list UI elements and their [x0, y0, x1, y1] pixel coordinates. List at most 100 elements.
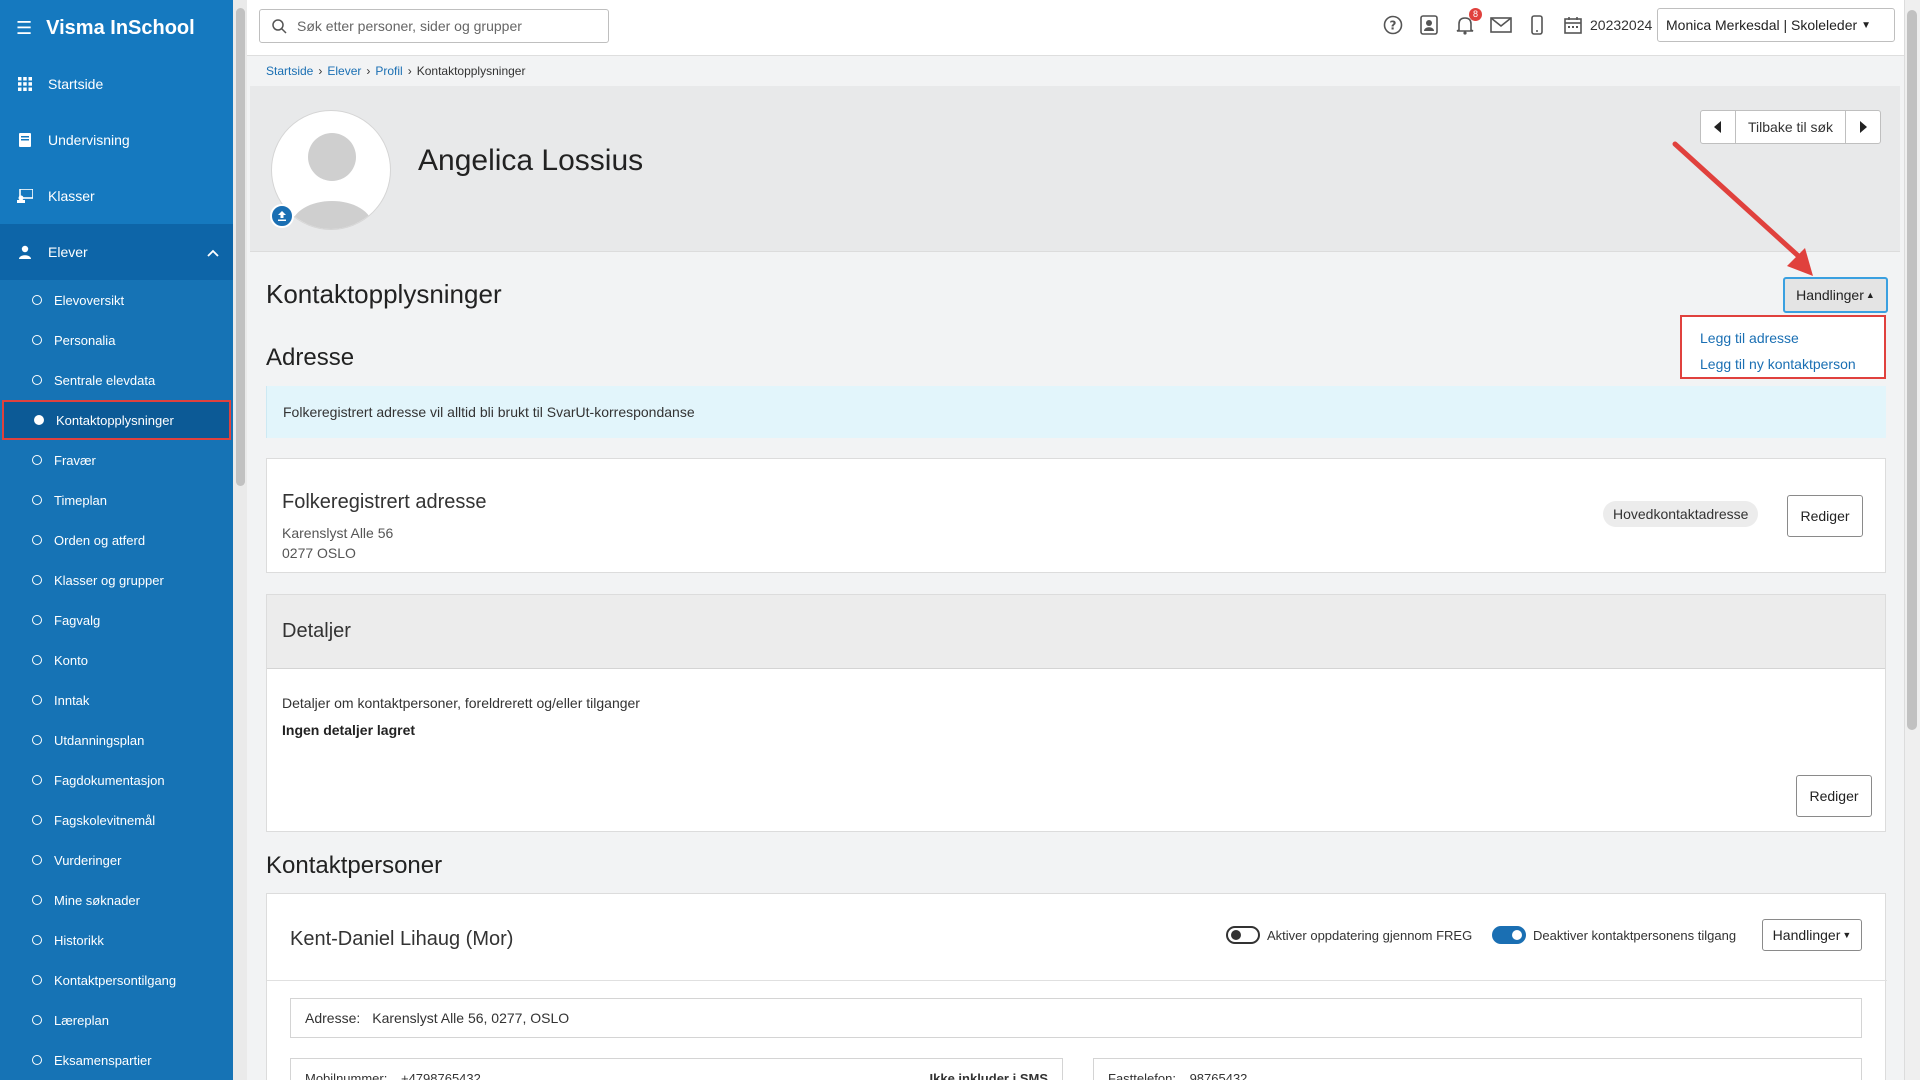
circle-bullet-icon: [32, 335, 42, 345]
calendar-icon[interactable]: [1562, 14, 1584, 36]
circle-bullet-icon: [32, 1055, 42, 1065]
menu-item-add-contact-person[interactable]: Legg til ny kontaktperson: [1682, 351, 1884, 377]
address-postal: 0277 OSLO: [282, 545, 356, 561]
address-card-title: Folkeregistrert adresse: [282, 491, 487, 513]
circle-bullet-icon: [32, 935, 42, 945]
sms-option[interactable]: Ikke inkluder i SMS: [930, 1071, 1049, 1080]
sidebar-subitem[interactable]: Elevoversikt: [0, 280, 233, 320]
contact-persons-heading: Kontaktpersoner: [266, 852, 443, 879]
sidebar-subitem[interactable]: Læreplan: [0, 1000, 233, 1040]
circle-bullet-icon: [32, 655, 42, 665]
page-title: Kontaktopplysninger: [266, 279, 502, 309]
notification-badge: 8: [1468, 8, 1482, 21]
sidebar-submenu: Elevoversikt Personalia Sentrale elevdata K…: [0, 280, 233, 1080]
edit-details-button[interactable]: Rediger: [1796, 775, 1872, 817]
sidebar-subitem[interactable]: Timeplan: [0, 480, 233, 520]
user-menu-button[interactable]: Monica Merkesdal | Skoleleder ▼: [1657, 8, 1895, 42]
app-title[interactable]: Visma InSchool: [46, 17, 195, 40]
caret-up-icon: ▲: [1865, 290, 1875, 300]
sidebar-subitem[interactable]: Orden og atferd: [0, 520, 233, 560]
breadcrumb-separator-icon: ›: [366, 64, 371, 78]
contact-person-actions-button[interactable]: Handlinger ▼: [1762, 919, 1862, 951]
address-street: Karenslyst Alle 56: [282, 525, 394, 541]
mail-icon[interactable]: [1490, 14, 1512, 36]
sidebar-subitem[interactable]: Fagskolevitnemål: [0, 800, 233, 840]
sidebar-item-undervisning[interactable]: Undervisning: [0, 112, 233, 168]
sidebar-subitem[interactable]: Fravær: [0, 440, 233, 480]
sidebar-subitem-label: Sentrale elevdata: [54, 372, 156, 388]
sidebar-subitem[interactable]: Inntak: [0, 680, 233, 720]
sidebar-item-label: Elever: [48, 244, 88, 260]
sidebar-subitem[interactable]: Vurderinger: [0, 840, 233, 880]
deactivate-access-label: Deaktiver kontaktpersonens tilgang: [1533, 928, 1737, 943]
sidebar-subitem[interactable]: Eksamenspartier: [0, 1040, 233, 1080]
breadcrumb-profil[interactable]: Profil: [375, 64, 402, 78]
profile-header: Angelica Lossius Tilbake til søk: [250, 86, 1900, 252]
sidebar-subitem-label: Læreplan: [54, 1012, 109, 1028]
chevron-up-icon[interactable]: [207, 244, 219, 260]
book-icon: [16, 131, 34, 149]
sidebar-subitem-label: Fagvalg: [54, 612, 101, 628]
breadcrumb-separator-icon: ›: [407, 64, 412, 78]
sidebar-subitem[interactable]: Konto: [0, 640, 233, 680]
contact-card-icon[interactable]: [1418, 14, 1440, 36]
help-icon[interactable]: ?: [1382, 14, 1404, 36]
deactivate-access-toggle[interactable]: [1492, 926, 1526, 944]
sidebar-item-elever[interactable]: Elever: [0, 224, 233, 280]
sidebar-subitem-label: Kontaktpersontilgang: [54, 972, 177, 988]
actions-label: Handlinger: [1772, 927, 1841, 943]
actions-dropdown-menu: Legg til adresse Legg til ny kontaktpers…: [1680, 315, 1886, 379]
sidebar-subitem[interactable]: Mine søknader: [0, 880, 233, 920]
sidebar-subitem[interactable]: Sentrale elevdata: [0, 360, 233, 400]
contact-person-card: Kent-Daniel Lihaug (Mor) Aktiver oppdate…: [266, 893, 1887, 1080]
breadcrumb-startside[interactable]: Startside: [266, 64, 313, 78]
hamburger-menu-icon[interactable]: ☰: [16, 18, 32, 39]
sidebar-item-label: Startside: [48, 76, 104, 92]
sidebar-subitem[interactable]: Personalia: [0, 320, 233, 360]
upload-photo-icon[interactable]: [270, 204, 294, 228]
sidebar-subitem[interactable]: Historikk: [0, 920, 233, 960]
search-box[interactable]: [259, 9, 609, 43]
sidebar-subitem-label: Fagskolevitnemål: [54, 812, 156, 828]
search-input[interactable]: [297, 18, 587, 34]
sidebar-subitem[interactable]: Utdanningsplan: [0, 720, 233, 760]
sidebar-subitem-label: Elevoversikt: [54, 292, 125, 308]
edit-address-button[interactable]: Rediger: [1787, 495, 1863, 537]
circle-bullet-icon: [32, 735, 42, 745]
triangle-left-icon: [1714, 121, 1721, 133]
sidebar-item-startside[interactable]: Startside: [0, 56, 233, 112]
divider: [267, 980, 1887, 981]
sidebar-subitem[interactable]: Kontaktpersontilgang: [0, 960, 233, 1000]
sidebar-item-klasser[interactable]: Klasser: [0, 168, 233, 224]
sidebar-subitem[interactable]: Kontaktopplysninger: [2, 400, 231, 440]
circle-bullet-icon: [32, 455, 42, 465]
classroom-icon: [16, 187, 34, 205]
page-scrollbar-thumb[interactable]: [1907, 10, 1917, 730]
sidebar-subitem[interactable]: Fagdokumentasjon: [0, 760, 233, 800]
breadcrumb: Startside › Elever › Profil › Kontaktopplys…: [266, 64, 525, 78]
breadcrumb-elever[interactable]: Elever: [327, 64, 361, 78]
menu-item-add-address[interactable]: Legg til adresse: [1682, 325, 1884, 351]
sidebar-scrollbar-thumb[interactable]: [236, 8, 245, 486]
circle-bullet-icon: [32, 575, 42, 585]
circle-bullet-icon: [32, 295, 42, 305]
school-year[interactable]: 20232024: [1590, 17, 1652, 33]
circle-bullet-icon: [32, 855, 42, 865]
sidebar-subitem[interactable]: Fagvalg: [0, 600, 233, 640]
notifications-bell-icon[interactable]: 8: [1454, 8, 1482, 36]
sidebar-subitem-label: Fagdokumentasjon: [54, 772, 165, 788]
mobile-phone-icon[interactable]: [1526, 14, 1548, 36]
circle-bullet-icon: [32, 375, 42, 385]
freg-update-toggle[interactable]: [1226, 926, 1260, 944]
details-empty-text: Ingen detaljer lagret: [282, 722, 416, 738]
circle-bullet-icon: [32, 1015, 42, 1025]
circle-bullet-icon: [32, 895, 42, 905]
mobile-value: +4798765432: [400, 1071, 481, 1080]
contact-address-label: Adresse:: [305, 1010, 361, 1026]
sidebar-subitem[interactable]: Klasser og grupper: [0, 560, 233, 600]
details-card: Detaljer Detaljer om kontaktpersoner, fo…: [266, 594, 1886, 832]
info-message: Folkeregistrert adresse vil alltid bli b…: [266, 386, 1886, 438]
circle-bullet-icon: [32, 975, 42, 985]
sidebar-subitem-label: Fravær: [54, 452, 96, 468]
next-button[interactable]: [1846, 111, 1880, 143]
